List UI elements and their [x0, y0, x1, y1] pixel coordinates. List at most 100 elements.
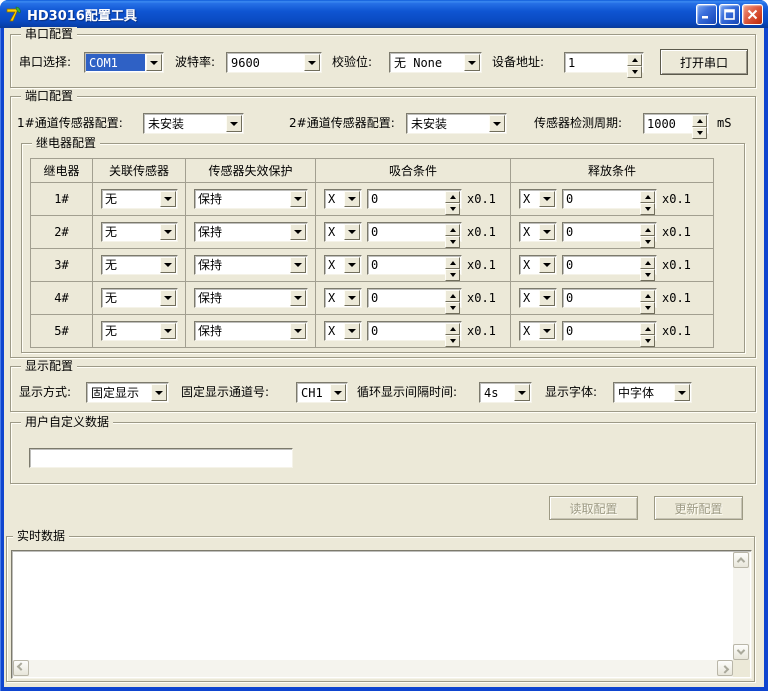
spin-down-icon[interactable]: [445, 269, 460, 281]
spin-up-icon[interactable]: [692, 115, 707, 127]
relay-failsafe-select[interactable]: 保持: [194, 255, 308, 275]
chevron-down-icon[interactable]: [674, 384, 690, 401]
display-mode-select[interactable]: 固定显示: [86, 382, 169, 403]
chevron-down-icon[interactable]: [290, 224, 306, 240]
release-value-stepper[interactable]: 0: [562, 288, 657, 314]
horizontal-scrollbar[interactable]: [13, 660, 733, 677]
chevron-down-icon[interactable]: [290, 323, 306, 339]
chevron-down-icon[interactable]: [160, 257, 176, 273]
spin-up-icon[interactable]: [627, 54, 642, 66]
display-font-select[interactable]: 中字体: [613, 382, 692, 403]
chevron-down-icon[interactable]: [330, 384, 346, 401]
spin-down-icon[interactable]: [640, 236, 655, 248]
chevron-down-icon[interactable]: [344, 224, 360, 240]
relay-sensor-select[interactable]: 无: [101, 321, 178, 341]
read-config-button[interactable]: 读取配置: [549, 496, 638, 520]
open-serial-button[interactable]: 打开串口: [660, 49, 748, 75]
spin-down-icon[interactable]: [640, 335, 655, 347]
spin-up-icon[interactable]: [640, 224, 655, 236]
chevron-down-icon[interactable]: [344, 191, 360, 207]
pullin-value-stepper[interactable]: 0: [367, 255, 462, 281]
device-address-stepper[interactable]: 1: [564, 52, 644, 78]
chevron-down-icon[interactable]: [160, 224, 176, 240]
spin-up-icon[interactable]: [445, 323, 460, 335]
chevron-down-icon[interactable]: [344, 323, 360, 339]
chevron-down-icon[interactable]: [290, 257, 306, 273]
serial-port-select[interactable]: COM1: [84, 52, 164, 73]
relay-sensor-select[interactable]: 无: [101, 189, 178, 209]
spin-up-icon[interactable]: [640, 290, 655, 302]
chevron-down-icon[interactable]: [160, 290, 176, 306]
relay-failsafe-select[interactable]: 保持: [194, 222, 308, 242]
relay-failsafe-select[interactable]: 保持: [194, 189, 308, 209]
spin-down-icon[interactable]: [640, 269, 655, 281]
pullin-operator-select[interactable]: X: [324, 255, 362, 275]
spin-down-icon[interactable]: [692, 127, 707, 139]
chevron-down-icon[interactable]: [539, 290, 555, 306]
fixed-channel-select[interactable]: CH1: [296, 382, 348, 403]
release-value-stepper[interactable]: 0: [562, 189, 657, 215]
chevron-down-icon[interactable]: [464, 54, 480, 71]
scroll-down-icon[interactable]: [733, 644, 749, 660]
relay-failsafe-select[interactable]: 保持: [194, 288, 308, 308]
release-operator-select[interactable]: X: [519, 288, 557, 308]
spin-down-icon[interactable]: [445, 335, 460, 347]
pullin-value-stepper[interactable]: 0: [367, 222, 462, 248]
spin-up-icon[interactable]: [445, 191, 460, 203]
chevron-down-icon[interactable]: [226, 115, 242, 132]
chevron-down-icon[interactable]: [290, 290, 306, 306]
chevron-down-icon[interactable]: [151, 384, 167, 401]
scroll-up-icon[interactable]: [733, 552, 749, 568]
pullin-value-stepper[interactable]: 0: [367, 189, 462, 215]
release-value-stepper[interactable]: 0: [562, 222, 657, 248]
chevron-down-icon[interactable]: [539, 224, 555, 240]
release-operator-select[interactable]: X: [519, 189, 557, 209]
parity-select[interactable]: 无 None: [389, 52, 482, 73]
chevron-down-icon[interactable]: [146, 54, 162, 71]
chevron-down-icon[interactable]: [514, 384, 530, 401]
minimize-button[interactable]: [696, 3, 717, 25]
spin-up-icon[interactable]: [445, 224, 460, 236]
scroll-left-icon[interactable]: [13, 660, 29, 676]
vertical-scrollbar[interactable]: [733, 552, 750, 660]
release-operator-select[interactable]: X: [519, 255, 557, 275]
chevron-down-icon[interactable]: [539, 191, 555, 207]
relay-failsafe-select[interactable]: 保持: [194, 321, 308, 341]
baud-select[interactable]: 9600: [226, 52, 322, 73]
channel1-sensor-select[interactable]: 未安装: [143, 113, 244, 134]
spin-up-icon[interactable]: [640, 323, 655, 335]
release-value-stepper[interactable]: 0: [562, 321, 657, 347]
spin-down-icon[interactable]: [445, 236, 460, 248]
chevron-down-icon[interactable]: [344, 257, 360, 273]
detect-period-stepper[interactable]: 1000: [643, 113, 709, 139]
relay-sensor-select[interactable]: 无: [101, 222, 178, 242]
pullin-value-stepper[interactable]: 0: [367, 288, 462, 314]
chevron-down-icon[interactable]: [290, 191, 306, 207]
spin-down-icon[interactable]: [640, 302, 655, 314]
spin-down-icon[interactable]: [445, 302, 460, 314]
pullin-operator-select[interactable]: X: [324, 321, 362, 341]
spin-down-icon[interactable]: [445, 203, 460, 215]
spin-up-icon[interactable]: [445, 257, 460, 269]
pullin-operator-select[interactable]: X: [324, 288, 362, 308]
cycle-interval-select[interactable]: 4s: [479, 382, 532, 403]
maximize-button[interactable]: [719, 3, 740, 25]
chevron-down-icon[interactable]: [160, 323, 176, 339]
update-config-button[interactable]: 更新配置: [654, 496, 743, 520]
spin-up-icon[interactable]: [445, 290, 460, 302]
close-button[interactable]: [742, 3, 763, 25]
chevron-down-icon[interactable]: [304, 54, 320, 71]
pullin-operator-select[interactable]: X: [324, 189, 362, 209]
spin-down-icon[interactable]: [627, 66, 642, 78]
chevron-down-icon[interactable]: [539, 323, 555, 339]
chevron-down-icon[interactable]: [344, 290, 360, 306]
spin-up-icon[interactable]: [640, 257, 655, 269]
release-operator-select[interactable]: X: [519, 321, 557, 341]
chevron-down-icon[interactable]: [539, 257, 555, 273]
release-value-stepper[interactable]: 0: [562, 255, 657, 281]
spin-down-icon[interactable]: [640, 203, 655, 215]
title-bar[interactable]: HD3016配置工具: [0, 0, 768, 28]
realtime-data-textarea[interactable]: [11, 550, 752, 679]
pullin-value-stepper[interactable]: 0: [367, 321, 462, 347]
channel2-sensor-select[interactable]: 未安装: [406, 113, 507, 134]
